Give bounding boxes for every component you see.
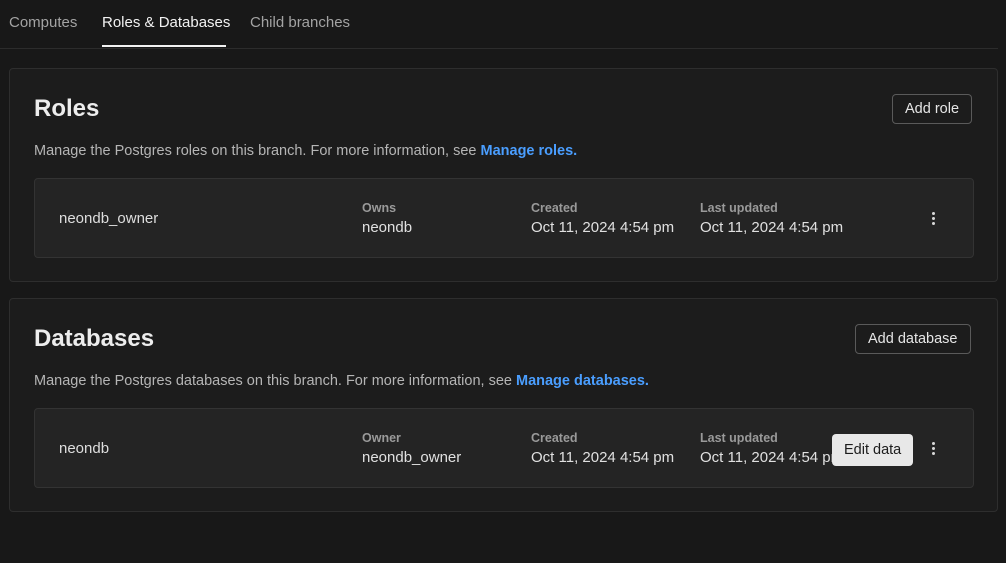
created-label: Created [531, 431, 578, 445]
last-updated-value: Oct 11, 2024 4:54 pm [700, 449, 844, 466]
role-created-column: Created Oct 11, 2024 4:54 pm [531, 201, 674, 236]
databases-description: Manage the Postgres databases on this br… [34, 373, 649, 389]
roles-section: Roles Add role Manage the Postgres roles… [9, 68, 998, 282]
last-updated-label: Last updated [700, 201, 778, 215]
role-owns-column: Owns neondb [362, 201, 412, 236]
add-database-button[interactable]: Add database [855, 324, 971, 354]
owns-label: Owns [362, 201, 397, 215]
databases-description-text: Manage the Postgres databases on this br… [34, 373, 516, 389]
roles-description-text: Manage the Postgres roles on this branch… [34, 143, 481, 159]
tab-roles-databases[interactable]: Roles & Databases [102, 14, 230, 31]
edit-data-button[interactable]: Edit data [832, 434, 914, 466]
created-value: Oct 11, 2024 4:54 pm [531, 219, 675, 236]
database-row: neondb Owner neondb_owner Created Oct 11… [34, 408, 974, 488]
database-owner-column: Owner neondb_owner [362, 431, 461, 466]
tab-child-branches[interactable]: Child branches [250, 14, 350, 31]
active-tab-indicator [102, 45, 226, 47]
more-vertical-icon[interactable] [924, 206, 944, 230]
database-created-column: Created Oct 11, 2024 4:54 pm [531, 431, 674, 466]
role-name: neondb_owner [59, 210, 159, 227]
roles-description: Manage the Postgres roles on this branch… [34, 143, 577, 159]
role-row: neondb_owner Owns neondb Created Oct 11,… [34, 178, 974, 258]
more-vertical-icon[interactable] [924, 436, 944, 460]
last-updated-label: Last updated [700, 431, 778, 445]
owner-value: neondb_owner [362, 449, 462, 466]
databases-title: Databases [34, 325, 155, 352]
tab-bar: Computes Roles & Databases Child branche… [0, 0, 998, 49]
manage-databases-link[interactable]: Manage databases. [516, 373, 649, 389]
add-role-button[interactable]: Add role [892, 94, 973, 124]
created-label: Created [531, 201, 578, 215]
database-updated-column: Last updated Oct 11, 2024 4:54 pm [700, 431, 843, 466]
owner-label: Owner [362, 431, 401, 445]
database-name: neondb [59, 440, 110, 457]
tab-computes[interactable]: Computes [9, 14, 77, 31]
role-updated-column: Last updated Oct 11, 2024 4:54 pm [700, 201, 843, 236]
manage-roles-link[interactable]: Manage roles. [481, 143, 578, 159]
roles-title: Roles [34, 95, 100, 122]
last-updated-value: Oct 11, 2024 4:54 pm [700, 219, 844, 236]
databases-section: Databases Add database Manage the Postgr… [9, 298, 998, 512]
owns-value: neondb [362, 219, 413, 236]
created-value: Oct 11, 2024 4:54 pm [531, 449, 675, 466]
